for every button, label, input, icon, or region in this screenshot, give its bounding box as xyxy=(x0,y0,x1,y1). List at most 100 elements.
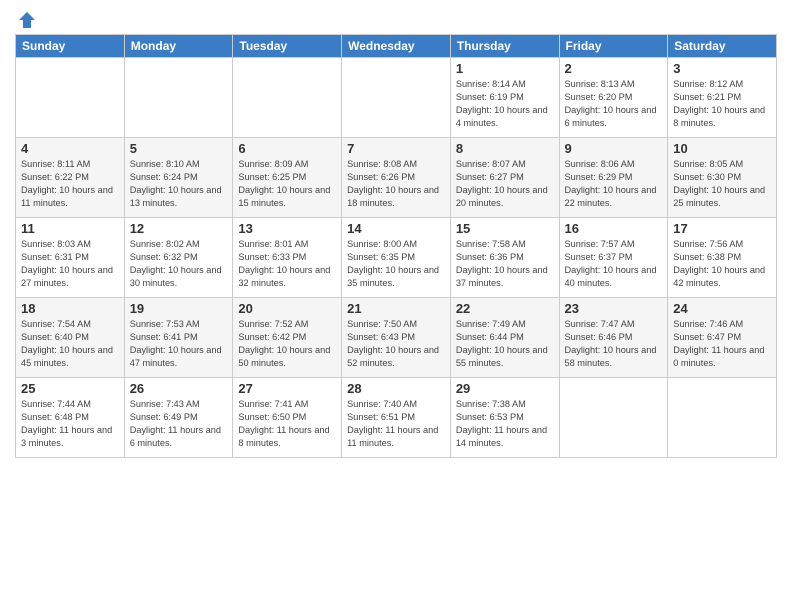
col-header-friday: Friday xyxy=(559,35,668,58)
day-cell: 20 Sunrise: 7:52 AM Sunset: 6:42 PM Dayli… xyxy=(233,298,342,378)
col-header-tuesday: Tuesday xyxy=(233,35,342,58)
col-header-wednesday: Wednesday xyxy=(342,35,451,58)
day-info: Sunrise: 7:50 AM Sunset: 6:43 PM Dayligh… xyxy=(347,318,445,370)
day-cell: 23 Sunrise: 7:47 AM Sunset: 6:46 PM Dayli… xyxy=(559,298,668,378)
week-row-1: 4 Sunrise: 8:11 AM Sunset: 6:22 PM Daylig… xyxy=(16,138,777,218)
day-cell xyxy=(559,378,668,458)
col-header-monday: Monday xyxy=(124,35,233,58)
header xyxy=(15,10,777,26)
week-row-2: 11 Sunrise: 8:03 AM Sunset: 6:31 PM Dayli… xyxy=(16,218,777,298)
day-number: 8 xyxy=(456,141,554,156)
day-number: 1 xyxy=(456,61,554,76)
day-info: Sunrise: 8:12 AM Sunset: 6:21 PM Dayligh… xyxy=(673,78,771,130)
day-number: 16 xyxy=(565,221,663,236)
day-info: Sunrise: 8:09 AM Sunset: 6:25 PM Dayligh… xyxy=(238,158,336,210)
day-number: 7 xyxy=(347,141,445,156)
day-number: 26 xyxy=(130,381,228,396)
day-number: 9 xyxy=(565,141,663,156)
col-header-sunday: Sunday xyxy=(16,35,125,58)
day-info: Sunrise: 8:11 AM Sunset: 6:22 PM Dayligh… xyxy=(21,158,119,210)
day-number: 19 xyxy=(130,301,228,316)
col-header-thursday: Thursday xyxy=(450,35,559,58)
day-cell xyxy=(668,378,777,458)
day-info: Sunrise: 7:47 AM Sunset: 6:46 PM Dayligh… xyxy=(565,318,663,370)
day-info: Sunrise: 8:05 AM Sunset: 6:30 PM Dayligh… xyxy=(673,158,771,210)
page: SundayMondayTuesdayWednesdayThursdayFrid… xyxy=(0,0,792,612)
day-info: Sunrise: 7:52 AM Sunset: 6:42 PM Dayligh… xyxy=(238,318,336,370)
day-info: Sunrise: 8:00 AM Sunset: 6:35 PM Dayligh… xyxy=(347,238,445,290)
day-info: Sunrise: 8:07 AM Sunset: 6:27 PM Dayligh… xyxy=(456,158,554,210)
day-cell xyxy=(16,58,125,138)
day-cell: 13 Sunrise: 8:01 AM Sunset: 6:33 PM Dayli… xyxy=(233,218,342,298)
day-number: 13 xyxy=(238,221,336,236)
day-cell: 4 Sunrise: 8:11 AM Sunset: 6:22 PM Daylig… xyxy=(16,138,125,218)
day-number: 10 xyxy=(673,141,771,156)
day-number: 17 xyxy=(673,221,771,236)
day-info: Sunrise: 7:41 AM Sunset: 6:50 PM Dayligh… xyxy=(238,398,336,450)
day-number: 3 xyxy=(673,61,771,76)
day-cell: 17Sunrise: 7:56 AM Sunset: 6:38 PM Dayli… xyxy=(668,218,777,298)
day-cell: 1 Sunrise: 8:14 AM Sunset: 6:19 PM Daylig… xyxy=(450,58,559,138)
logo-icon xyxy=(17,10,37,30)
day-cell: 27 Sunrise: 7:41 AM Sunset: 6:50 PM Dayli… xyxy=(233,378,342,458)
day-info: Sunrise: 7:58 AM Sunset: 6:36 PM Dayligh… xyxy=(456,238,554,290)
day-number: 27 xyxy=(238,381,336,396)
day-cell: 11 Sunrise: 8:03 AM Sunset: 6:31 PM Dayli… xyxy=(16,218,125,298)
day-cell: 6 Sunrise: 8:09 AM Sunset: 6:25 PM Daylig… xyxy=(233,138,342,218)
day-info: Sunrise: 8:10 AM Sunset: 6:24 PM Dayligh… xyxy=(130,158,228,210)
day-number: 15 xyxy=(456,221,554,236)
day-cell: 29 Sunrise: 7:38 AM Sunset: 6:53 PM Dayli… xyxy=(450,378,559,458)
day-info: Sunrise: 8:02 AM Sunset: 6:32 PM Dayligh… xyxy=(130,238,228,290)
day-number: 5 xyxy=(130,141,228,156)
day-number: 12 xyxy=(130,221,228,236)
day-cell: 9 Sunrise: 8:06 AM Sunset: 6:29 PM Daylig… xyxy=(559,138,668,218)
day-number: 29 xyxy=(456,381,554,396)
day-number: 24 xyxy=(673,301,771,316)
day-number: 28 xyxy=(347,381,445,396)
week-row-0: 1 Sunrise: 8:14 AM Sunset: 6:19 PM Daylig… xyxy=(16,58,777,138)
day-cell: 3 Sunrise: 8:12 AM Sunset: 6:21 PM Daylig… xyxy=(668,58,777,138)
day-cell: 26 Sunrise: 7:43 AM Sunset: 6:49 PM Dayli… xyxy=(124,378,233,458)
day-number: 11 xyxy=(21,221,119,236)
day-info: Sunrise: 8:06 AM Sunset: 6:29 PM Dayligh… xyxy=(565,158,663,210)
week-row-4: 25 Sunrise: 7:44 AM Sunset: 6:48 PM Dayli… xyxy=(16,378,777,458)
day-number: 18 xyxy=(21,301,119,316)
day-number: 4 xyxy=(21,141,119,156)
day-number: 20 xyxy=(238,301,336,316)
day-cell xyxy=(124,58,233,138)
day-cell: 21 Sunrise: 7:50 AM Sunset: 6:43 PM Dayli… xyxy=(342,298,451,378)
day-cell: 25 Sunrise: 7:44 AM Sunset: 6:48 PM Dayli… xyxy=(16,378,125,458)
day-number: 23 xyxy=(565,301,663,316)
day-number: 21 xyxy=(347,301,445,316)
day-info: Sunrise: 7:43 AM Sunset: 6:49 PM Dayligh… xyxy=(130,398,228,450)
day-info: Sunrise: 8:14 AM Sunset: 6:19 PM Dayligh… xyxy=(456,78,554,130)
day-cell: 10 Sunrise: 8:05 AM Sunset: 6:30 PM Dayli… xyxy=(668,138,777,218)
day-cell: 28 Sunrise: 7:40 AM Sunset: 6:51 PM Dayli… xyxy=(342,378,451,458)
calendar-table: SundayMondayTuesdayWednesdayThursdayFrid… xyxy=(15,34,777,458)
day-cell: 7 Sunrise: 8:08 AM Sunset: 6:26 PM Daylig… xyxy=(342,138,451,218)
day-number: 14 xyxy=(347,221,445,236)
day-cell: 8 Sunrise: 8:07 AM Sunset: 6:27 PM Daylig… xyxy=(450,138,559,218)
day-info: Sunrise: 8:01 AM Sunset: 6:33 PM Dayligh… xyxy=(238,238,336,290)
day-cell: 18Sunrise: 7:54 AM Sunset: 6:40 PM Dayli… xyxy=(16,298,125,378)
day-number: 25 xyxy=(21,381,119,396)
day-cell: 2Sunrise: 8:13 AM Sunset: 6:20 PM Daylig… xyxy=(559,58,668,138)
day-info: Sunrise: 7:46 AM Sunset: 6:47 PM Dayligh… xyxy=(673,318,771,370)
day-cell: 5 Sunrise: 8:10 AM Sunset: 6:24 PM Daylig… xyxy=(124,138,233,218)
day-cell: 12 Sunrise: 8:02 AM Sunset: 6:32 PM Dayli… xyxy=(124,218,233,298)
day-info: Sunrise: 7:40 AM Sunset: 6:51 PM Dayligh… xyxy=(347,398,445,450)
day-cell xyxy=(342,58,451,138)
day-number: 22 xyxy=(456,301,554,316)
day-number: 2 xyxy=(565,61,663,76)
day-info: Sunrise: 7:44 AM Sunset: 6:48 PM Dayligh… xyxy=(21,398,119,450)
day-number: 6 xyxy=(238,141,336,156)
col-header-saturday: Saturday xyxy=(668,35,777,58)
header-row: SundayMondayTuesdayWednesdayThursdayFrid… xyxy=(16,35,777,58)
logo xyxy=(15,10,37,26)
day-info: Sunrise: 8:08 AM Sunset: 6:26 PM Dayligh… xyxy=(347,158,445,210)
day-info: Sunrise: 7:49 AM Sunset: 6:44 PM Dayligh… xyxy=(456,318,554,370)
day-info: Sunrise: 7:38 AM Sunset: 6:53 PM Dayligh… xyxy=(456,398,554,450)
day-info: Sunrise: 7:53 AM Sunset: 6:41 PM Dayligh… xyxy=(130,318,228,370)
day-cell: 14 Sunrise: 8:00 AM Sunset: 6:35 PM Dayli… xyxy=(342,218,451,298)
day-info: Sunrise: 8:03 AM Sunset: 6:31 PM Dayligh… xyxy=(21,238,119,290)
